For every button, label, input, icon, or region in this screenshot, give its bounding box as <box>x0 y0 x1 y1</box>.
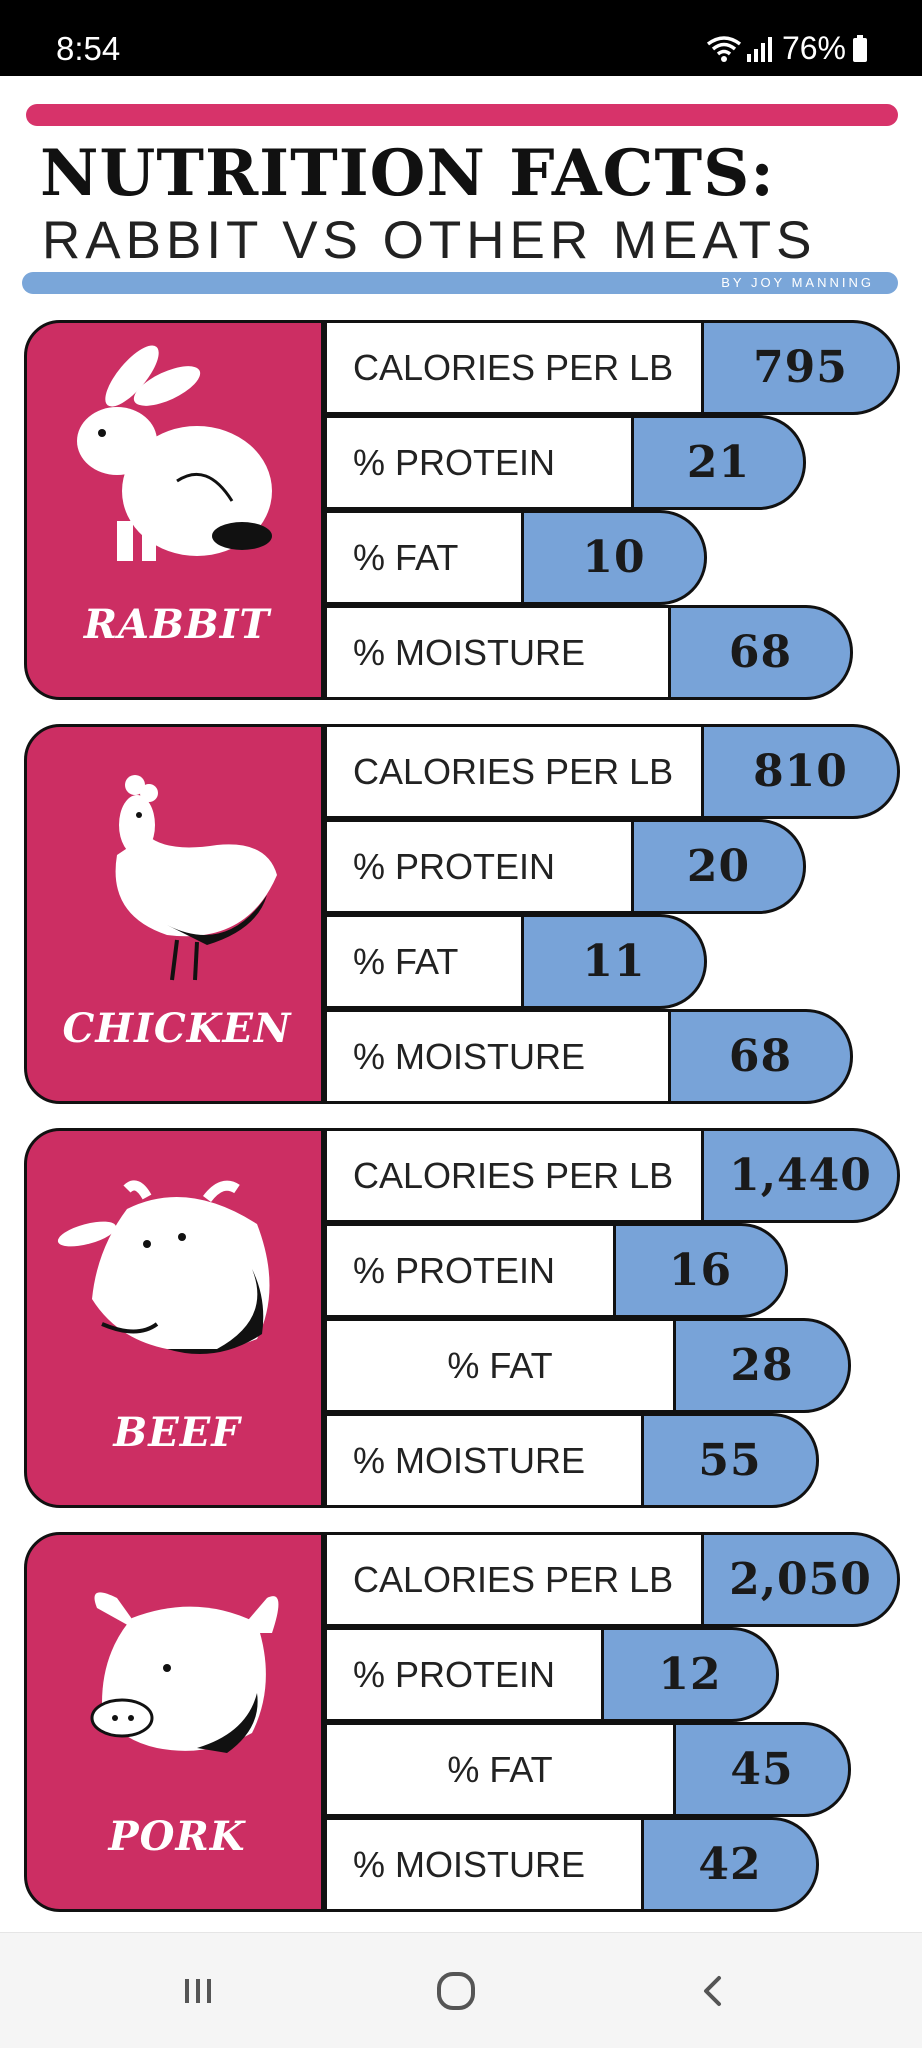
recents-button[interactable] <box>168 1963 228 2019</box>
stat-value: 795 <box>701 320 900 415</box>
stat-label: CALORIES PER LB <box>324 1128 704 1223</box>
back-icon <box>704 1976 721 2006</box>
signal-icon <box>744 34 774 64</box>
animal-label: RABBIT <box>83 601 271 648</box>
stat-value: 11 <box>521 914 707 1009</box>
stat-label: % MOISTURE <box>324 1817 644 1912</box>
top-pink-bar <box>26 104 898 126</box>
stat-value: 55 <box>641 1413 819 1508</box>
stat-value: 28 <box>673 1318 851 1413</box>
stat-label: CALORIES PER LB <box>324 1532 704 1627</box>
stat-value: 16 <box>613 1223 788 1318</box>
animal-label: CHICKEN <box>62 1005 292 1052</box>
animal-label: BEEF <box>113 1409 241 1456</box>
back-button[interactable] <box>684 1963 744 2019</box>
status-icons: 76% <box>704 30 868 67</box>
infographic: NUTRITION FACTS: RABBIT VS OTHER MEATS B… <box>0 76 922 1932</box>
section-rabbit: RABBIT CALORIES PER LB 795 % PROTEIN 21 … <box>24 320 900 700</box>
recents-icon <box>185 1979 211 2003</box>
stat-label: % PROTEIN <box>324 1627 604 1722</box>
animal-panel: BEEF <box>24 1128 324 1508</box>
stat-label: % MOISTURE <box>324 605 671 700</box>
stat-value: 1,440 <box>701 1128 900 1223</box>
infographic-title: NUTRITION FACTS: <box>40 136 775 211</box>
animal-panel: PORK <box>24 1532 324 1912</box>
animal-panel: CHICKEN <box>24 724 324 1104</box>
stat-value: 12 <box>601 1627 779 1722</box>
animal-panel: RABBIT <box>24 320 324 700</box>
stat-label: CALORIES PER LB <box>324 724 704 819</box>
stat-label: % FAT <box>324 914 524 1009</box>
section-pork: PORK CALORIES PER LB 2,050 % PROTEIN 12 … <box>24 1532 900 1912</box>
stat-value: 45 <box>673 1722 851 1817</box>
stat-value: 10 <box>521 510 707 605</box>
status-bar: 8:54 76% <box>0 0 922 76</box>
stat-label: % MOISTURE <box>324 1413 644 1508</box>
home-button[interactable] <box>426 1963 486 2019</box>
stat-value: 21 <box>631 415 806 510</box>
stat-value: 2,050 <box>701 1532 900 1627</box>
stat-label: CALORIES PER LB <box>324 320 704 415</box>
stat-value: 42 <box>641 1817 819 1912</box>
battery-percent: 76% <box>781 30 846 66</box>
stat-label: % FAT <box>324 1722 676 1817</box>
navigation-bar <box>0 1932 922 2048</box>
stat-label: % FAT <box>324 1318 676 1413</box>
battery-icon <box>852 34 868 63</box>
stat-label: % MOISTURE <box>324 1009 671 1104</box>
stat-value: 68 <box>668 1009 853 1104</box>
animal-label: PORK <box>108 1813 246 1860</box>
home-icon <box>437 1972 475 2010</box>
stat-label: % FAT <box>324 510 524 605</box>
section-chicken: CHICKEN CALORIES PER LB 810 % PROTEIN 20… <box>24 724 900 1104</box>
infographic-subtitle: RABBIT VS OTHER MEATS <box>42 211 817 270</box>
cow-icon <box>57 1180 270 1354</box>
status-time: 8:54 <box>56 30 121 67</box>
stat-label: % PROTEIN <box>324 1223 616 1318</box>
section-beef: BEEF CALORIES PER LB 1,440 % PROTEIN 16 … <box>24 1128 900 1508</box>
byline: BY JOY MANNING <box>721 275 874 290</box>
stat-value: 68 <box>668 605 853 700</box>
stat-value: 20 <box>631 819 806 914</box>
stat-label: % PROTEIN <box>324 415 634 510</box>
chicken-icon <box>115 775 277 981</box>
rabbit-icon <box>77 345 272 561</box>
wifi-icon <box>704 34 744 64</box>
stat-label: % PROTEIN <box>324 819 634 914</box>
pig-icon <box>90 1592 279 1753</box>
stat-value: 810 <box>701 724 900 819</box>
